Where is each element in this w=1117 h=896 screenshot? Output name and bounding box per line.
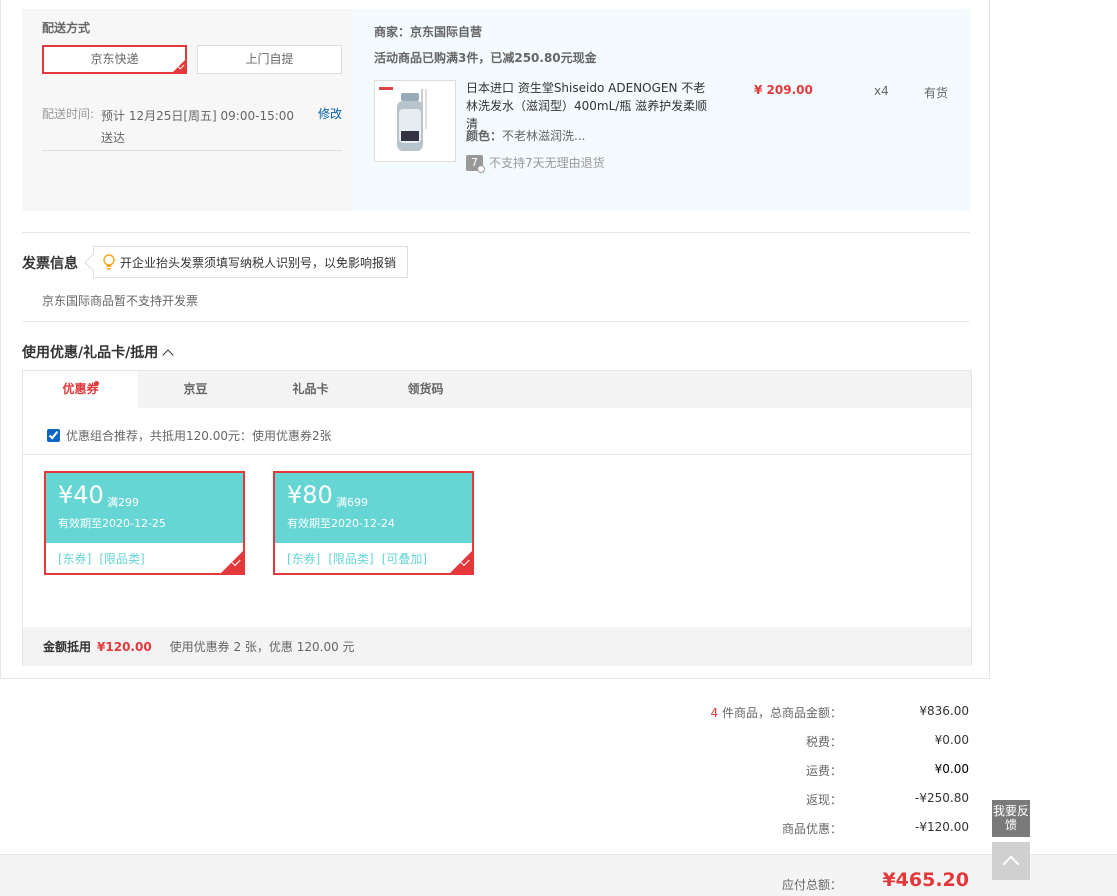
shipping-option-pickup[interactable]: 上门自提 — [197, 45, 342, 74]
payable-label: 应付总额： — [781, 878, 842, 892]
selected-check-icon — [221, 551, 243, 573]
product-quantity: x4 — [874, 84, 889, 98]
coupon-section-toggle[interactable]: 使用优惠/礼品卡/抵用 — [22, 342, 174, 362]
product-stock: 有货 — [924, 86, 949, 100]
summary-tax-label: 税费： — [805, 735, 842, 749]
chevron-up-icon — [162, 348, 174, 361]
delivery-time-value: 预计 12月25日[周五] 09:00-15:00 送达 — [101, 109, 295, 145]
coupon-expiry: 有效期至2020-12-24 — [287, 517, 395, 530]
shipping-option-label: 上门自提 — [245, 52, 294, 66]
shipping-option-jd-express[interactable]: 京东快递 — [42, 45, 187, 74]
coupon-condition: 满699 — [336, 496, 368, 509]
deduct-label: 金额抵用 — [43, 640, 92, 654]
coupon-card[interactable]: ¥40 满299 有效期至2020-12-25 [东券] [限品类] — [44, 471, 245, 575]
shipping-title: 配送方式 — [42, 21, 91, 35]
invoice-tip-text: 开企业抬头发票须填写纳税人识别号，以免影响报销 — [120, 255, 397, 270]
order-items: 商家：京东国际自营 活动商品已购满3件，已减250.80元现金 日本进口 资生堂… — [352, 9, 970, 211]
tab-label: 礼品卡 — [292, 382, 329, 396]
deduct-note: 使用优惠券 2 张，优惠 120.00 元 — [169, 640, 355, 654]
coupon-panel: 优惠券 京豆 礼品卡 领货码 优惠组合推荐，共抵用120.00元：使用优惠券2张… — [22, 370, 972, 666]
summary-discount-value: -¥120.00 — [915, 820, 969, 834]
tab-label: 领货码 — [407, 382, 444, 396]
tab-label: 京豆 — [183, 382, 208, 396]
new-dot-icon — [94, 381, 99, 386]
coupon-tags: [东券] [限品类] — [58, 550, 145, 567]
product-color: 颜色：不老林滋润洗... — [466, 127, 585, 144]
shipping-option-label: 京东快递 — [90, 52, 139, 66]
payable-total: ¥465.20 — [882, 869, 969, 891]
product-image[interactable] — [374, 80, 456, 162]
feedback-button[interactable]: 我要反馈 — [992, 800, 1030, 837]
coupon-tag: [东券] — [58, 552, 92, 566]
product-color-label: 颜色： — [466, 129, 503, 143]
coupon-expiry: 有效期至2020-12-25 — [58, 517, 166, 530]
back-to-top-button[interactable] — [992, 842, 1030, 880]
coupon-tabs: 优惠券 京豆 礼品卡 领货码 — [23, 371, 971, 409]
shipping-block: 配送方式 京东快递 上门自提 配送时间: 预计 12月25日[周五] 09:00… — [22, 9, 970, 211]
coupon-tag: [东券] — [287, 552, 321, 566]
coupon-card-header: ¥40 满299 有效期至2020-12-25 — [46, 473, 243, 543]
invoice-title: 发票信息 — [22, 256, 78, 272]
no-return-icon: 7 — [466, 154, 485, 173]
deduct-amount: ¥120.00 — [97, 639, 152, 654]
summary-goods-value: ¥836.00 — [919, 704, 969, 718]
coupon-card-header: ¥80 满699 有效期至2020-12-24 — [275, 473, 472, 543]
summary-rebate-label: 返现： — [805, 793, 842, 807]
product-price: ¥ 209.00 — [754, 83, 813, 97]
promo-text: 活动商品已购满3件，已减250.80元现金 — [374, 51, 597, 65]
return-policy-text: 不支持7天无理由退货 — [489, 156, 605, 170]
coupon-amount: ¥80 — [287, 481, 333, 509]
return-policy: 7 不支持7天无理由退货 — [466, 154, 605, 173]
selected-check-icon — [450, 551, 472, 573]
order-panel: 配送方式 京东快递 上门自提 配送时间: 预计 12月25日[周五] 09:00… — [0, 0, 990, 679]
tab-jd-beans[interactable]: 京豆 — [138, 371, 253, 408]
tab-redeem-code[interactable]: 领货码 — [368, 371, 483, 408]
combo-recommend[interactable]: 优惠组合推荐，共抵用120.00元：使用优惠券2张 — [47, 427, 332, 444]
modify-delivery-time-link[interactable]: 修改 — [318, 105, 342, 122]
coupon-tag: [限品类] — [99, 552, 145, 566]
item-count-label: 件商品，总商品金额： — [721, 706, 842, 720]
lightbulb-icon — [103, 254, 115, 270]
payable-bar: 应付总额： ¥465.20 — [0, 854, 1117, 896]
coupon-condition: 满299 — [107, 496, 139, 509]
divider — [22, 232, 970, 233]
coupon-tags: [东券] [限品类] [可叠加] — [287, 550, 427, 567]
coupon-card[interactable]: ¥80 满699 有效期至2020-12-24 [东券] [限品类] [可叠加] — [273, 471, 474, 575]
invoice-tip: 开企业抬头发票须填写纳税人识别号，以免影响报销 — [93, 246, 408, 278]
summary-freight-label: 运费： — [805, 764, 842, 778]
delivery-time-label: 配送时间: — [42, 107, 95, 121]
combo-checkbox[interactable] — [47, 429, 60, 442]
invoice-note: 京东国际商品暂不支持开发票 — [42, 294, 199, 308]
item-count: 4 — [710, 706, 719, 720]
selected-check-icon — [173, 60, 185, 72]
coupon-tag: [可叠加] — [381, 552, 428, 566]
summary-rebate-value: -¥250.80 — [915, 791, 969, 805]
summary-tax-value: ¥0.00 — [934, 733, 969, 747]
product-color-value: 不老林滋润洗... — [502, 129, 586, 143]
divider — [22, 321, 970, 322]
coupon-amount: ¥40 — [58, 481, 104, 509]
summary-goods-label: 4 件商品，总商品金额： — [442, 704, 842, 721]
coupon-tag: [限品类] — [328, 552, 374, 566]
divider — [23, 454, 971, 455]
combo-text: 优惠组合推荐，共抵用120.00元：使用优惠券2张 — [66, 429, 332, 443]
merchant-name: 商家：京东国际自营 — [374, 25, 483, 39]
shipping-options: 配送方式 京东快递 上门自提 配送时间: 预计 12月25日[周五] 09:00… — [22, 9, 352, 211]
tab-gift-card[interactable]: 礼品卡 — [253, 371, 368, 408]
coupon-section-title: 使用优惠/礼品卡/抵用 — [22, 345, 159, 361]
summary-discount-label: 商品优惠： — [781, 822, 842, 836]
tab-coupons[interactable]: 优惠券 — [23, 371, 138, 409]
summary-freight-value: ¥0.00 — [934, 762, 969, 776]
divider — [42, 150, 342, 151]
product-name[interactable]: 日本进口 资生堂Shiseido ADENOGEN 不老林洗发水（滋润型）400… — [466, 79, 711, 133]
deduct-summary: 金额抵用 ¥120.00 使用优惠券 2 张，优惠 120.00 元 — [23, 627, 971, 666]
